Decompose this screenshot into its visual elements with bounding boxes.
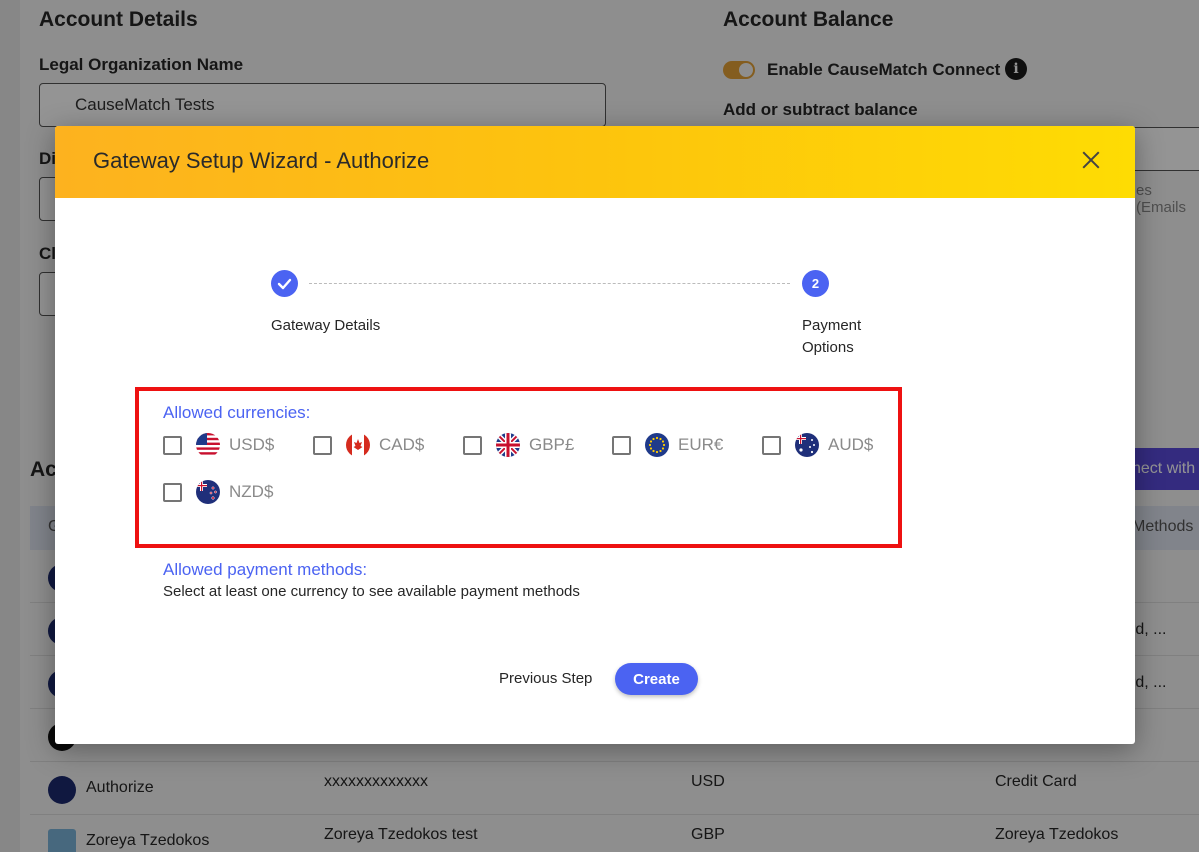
modal-header: Gateway Setup Wizard - Authorize (55, 126, 1135, 198)
currency-option-aud[interactable]: AUD$ (762, 432, 882, 458)
create-button[interactable]: Create (615, 663, 698, 695)
modal-title: Gateway Setup Wizard - Authorize (93, 148, 430, 173)
step-1-label: Gateway Details (271, 317, 381, 334)
step-1-check-icon[interactable] (271, 270, 298, 297)
allowed-currencies-title: Allowed currencies: (163, 403, 311, 422)
step-2-label-line1: Payment (802, 317, 862, 334)
currency-code-aud: AUD$ (828, 435, 874, 454)
currency-code-usd: USD$ (229, 435, 275, 454)
currency-checkbox-usd[interactable] (163, 436, 182, 455)
currency-checkbox-eur[interactable] (612, 436, 631, 455)
stepper-connector (309, 283, 790, 284)
previous-step-button[interactable]: Previous Step (493, 668, 598, 689)
gb-flag-icon (496, 433, 520, 457)
currency-code-nzd: NZD$ (229, 482, 274, 501)
currency-code-cad: CAD$ (379, 435, 425, 454)
eu-flag-icon (645, 433, 669, 457)
currency-option-eur[interactable]: EUR€ (612, 432, 732, 458)
step-2-circle[interactable]: 2 (802, 270, 829, 297)
currency-option-gbp[interactable]: GBP£ (463, 432, 583, 458)
currency-checkbox-aud[interactable] (762, 436, 781, 455)
currency-code-eur: EUR€ (678, 435, 724, 454)
au-flag-icon (795, 433, 819, 457)
payment-methods-hint: Select at least one currency to see avai… (163, 583, 580, 600)
gateway-setup-modal: Gateway Setup Wizard - Authorize 2 Gatew… (55, 126, 1135, 744)
ca-flag-icon (346, 433, 370, 457)
currency-code-gbp: GBP£ (529, 435, 575, 454)
us-flag-icon (196, 433, 220, 457)
step-2-label-line2: Options (802, 339, 854, 356)
close-icon[interactable] (1079, 148, 1103, 172)
currency-option-cad[interactable]: CAD$ (313, 432, 433, 458)
currency-option-usd[interactable]: USD$ (163, 432, 283, 458)
currency-checkbox-nzd[interactable] (163, 483, 182, 502)
nz-flag-icon (196, 480, 220, 504)
currency-checkbox-gbp[interactable] (463, 436, 482, 455)
currency-option-nzd[interactable]: NZD$ (163, 479, 283, 505)
allowed-payment-methods-title: Allowed payment methods: (163, 560, 368, 579)
currency-checkbox-cad[interactable] (313, 436, 332, 455)
